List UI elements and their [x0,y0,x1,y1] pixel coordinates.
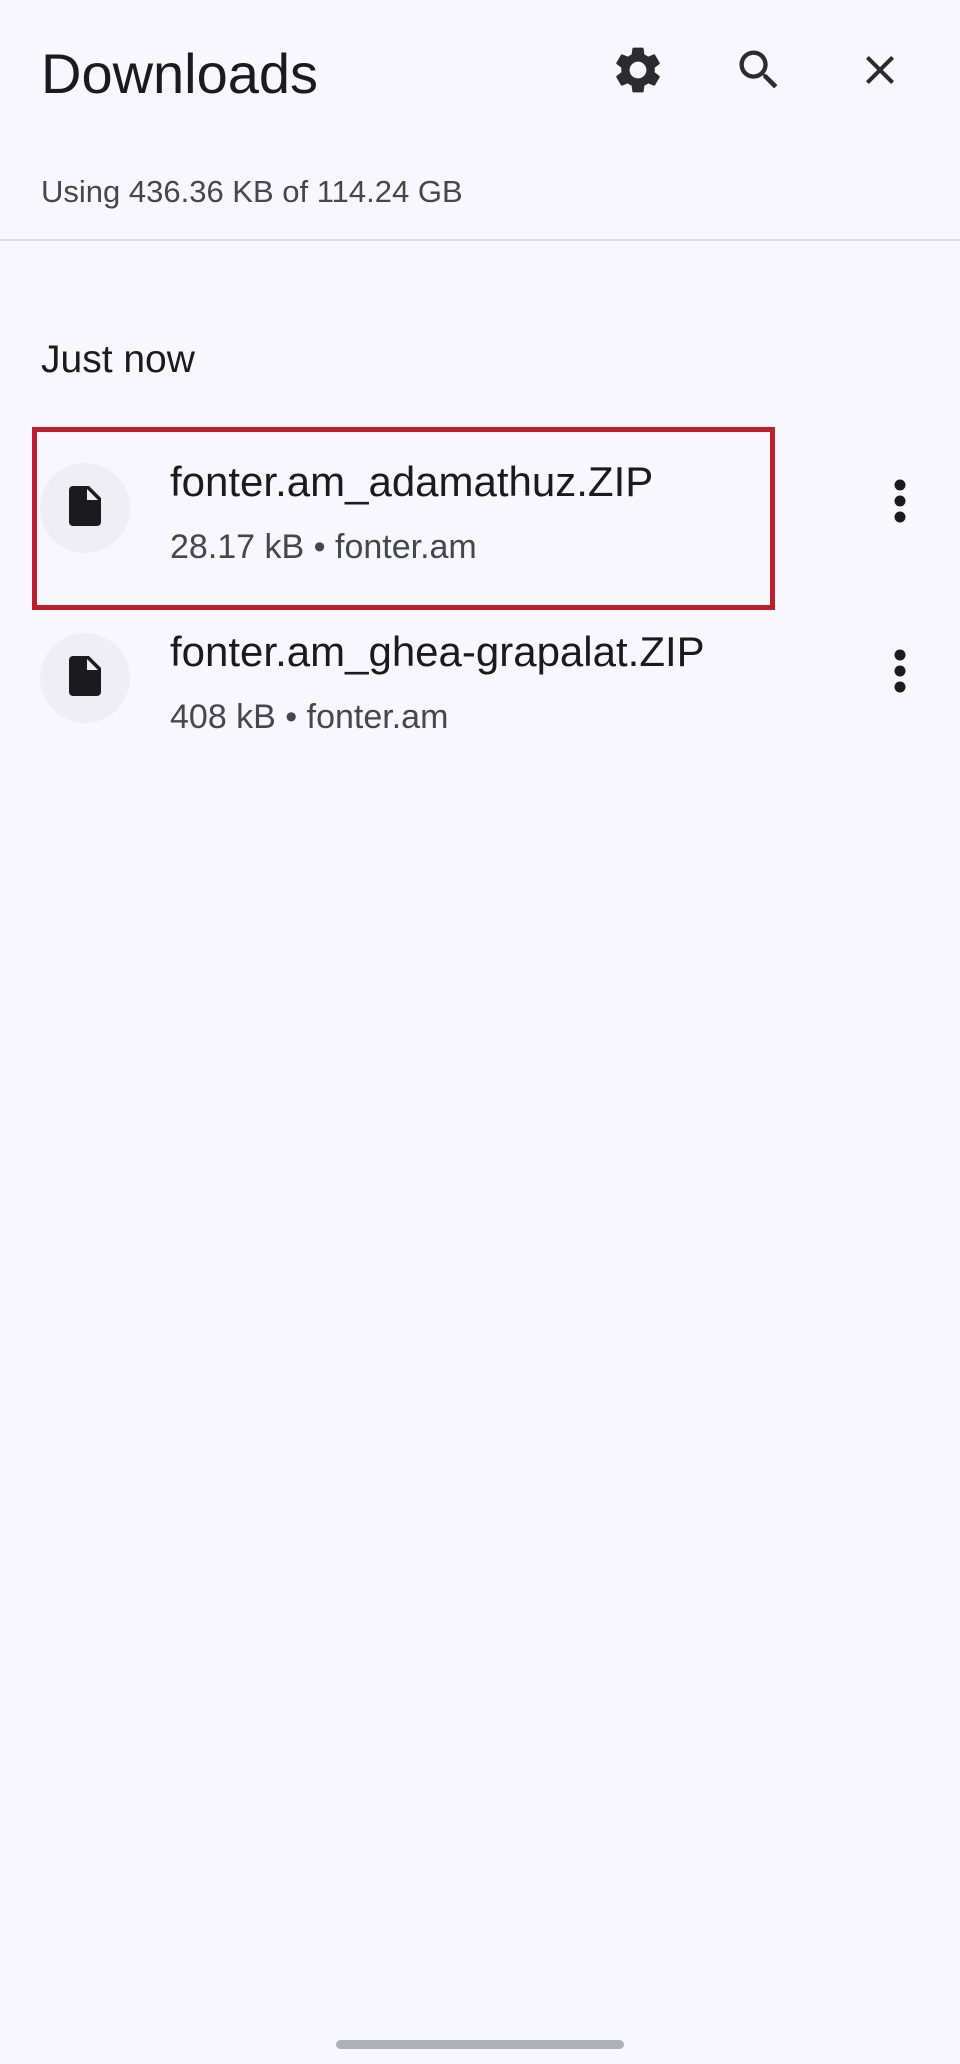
more-options-button[interactable] [868,633,932,713]
file-icon [61,652,109,705]
download-file-meta: 28.17 kB • fonter.am [170,528,477,566]
download-file-name: fonter.am_ghea-grapalat.ZIP [170,628,705,675]
gesture-navigation-bar[interactable] [336,2040,624,2049]
more-vert-icon [893,648,907,699]
page-title: Downloads [41,42,319,105]
settings-button[interactable] [606,38,670,102]
file-icon-container [40,633,130,723]
search-icon [733,44,785,96]
search-button[interactable] [727,38,791,102]
close-button[interactable] [848,38,912,102]
download-file-meta: 408 kB • fonter.am [170,698,449,736]
more-options-button[interactable] [868,463,932,543]
close-icon [856,46,904,94]
storage-usage-text: Using 436.36 KB of 114.24 GB [41,174,463,209]
download-item[interactable]: fonter.am_adamathuz.ZIP 28.17 kB • fonte… [0,430,960,600]
header-divider [0,239,960,241]
download-file-name: fonter.am_adamathuz.ZIP [170,458,654,505]
more-vert-icon [893,478,907,529]
file-icon [61,482,109,535]
gear-icon [610,42,666,98]
top-app-bar: Downloads [0,0,960,140]
file-icon-container [40,463,130,553]
download-item[interactable]: fonter.am_ghea-grapalat.ZIP 408 kB • fon… [0,600,960,770]
section-heading: Just now [41,338,195,381]
